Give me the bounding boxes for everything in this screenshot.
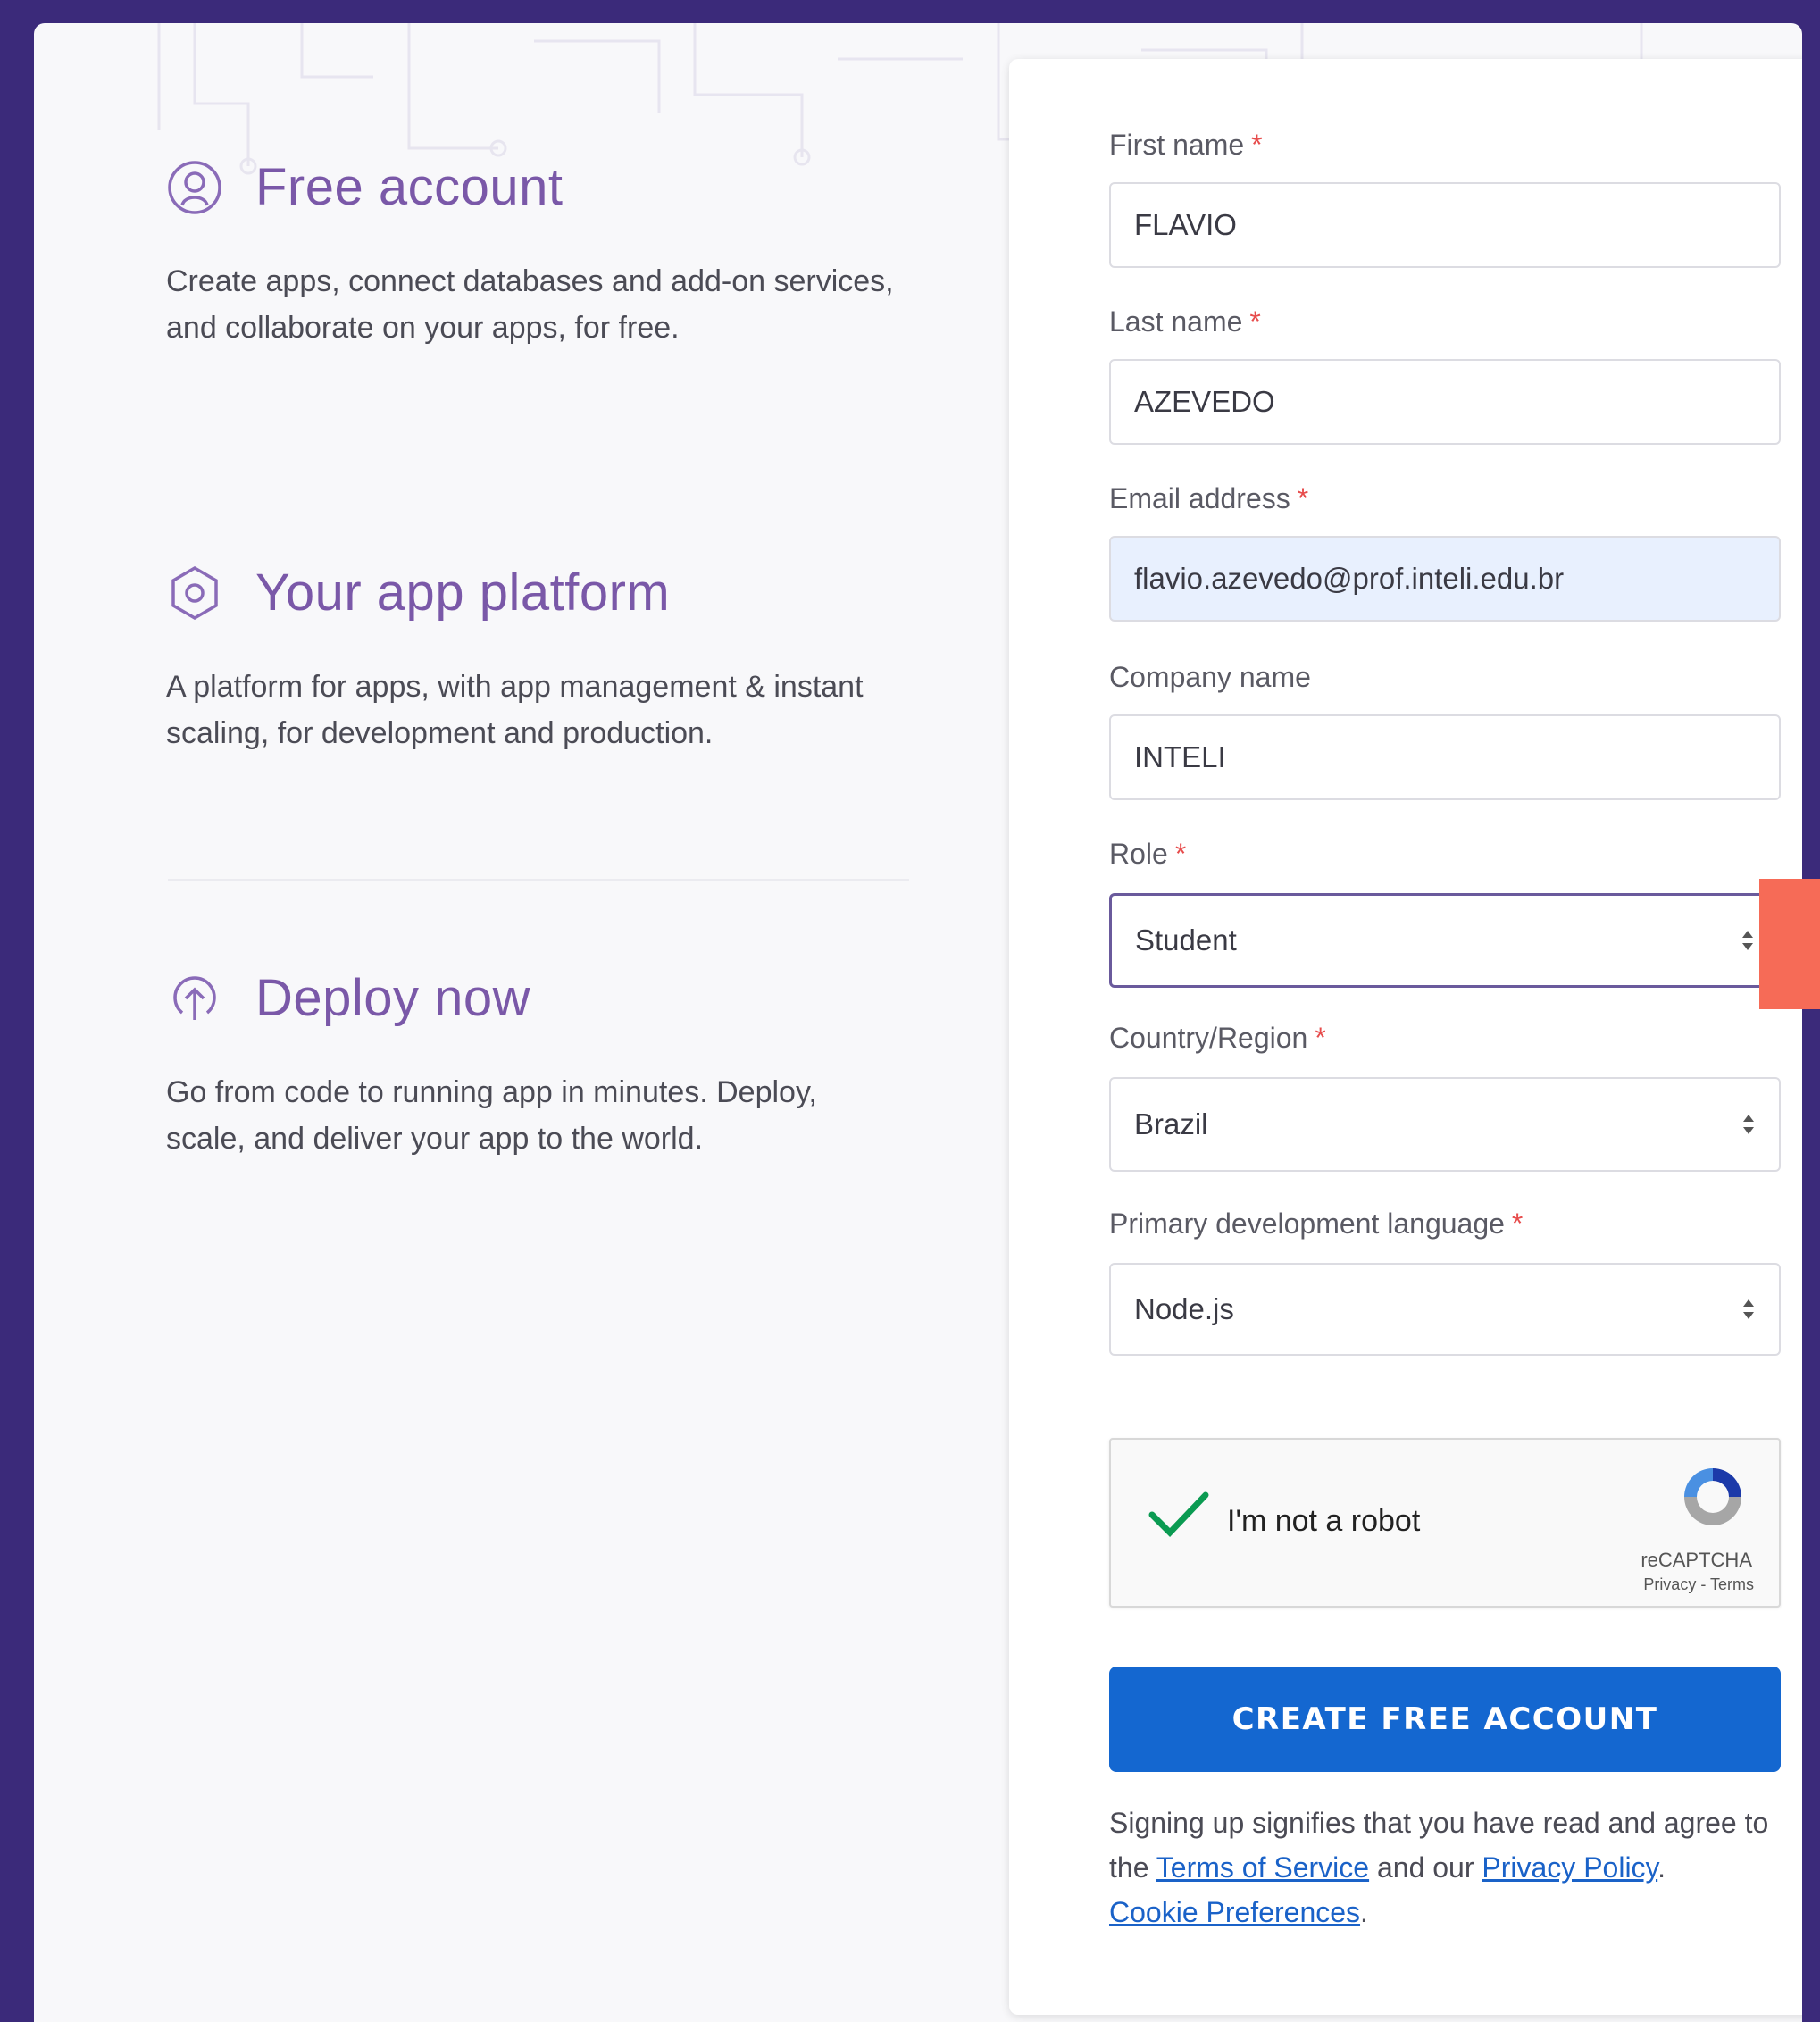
role-select[interactable]: Student xyxy=(1109,893,1781,988)
required-asterisk: * xyxy=(1251,129,1263,161)
company-input[interactable]: INTELI xyxy=(1109,714,1781,800)
last-name-label: Last name * xyxy=(1109,305,1261,338)
feature-app-platform: Your app platform A platform for apps, w… xyxy=(166,563,898,756)
select-arrows-icon xyxy=(1743,1115,1754,1134)
first-name-value: FLAVIO xyxy=(1134,208,1237,241)
divider xyxy=(168,879,909,881)
feedback-side-tab[interactable] xyxy=(1759,879,1820,1009)
company-label: Company name xyxy=(1109,661,1311,693)
terms-of-service-link[interactable]: Terms of Service xyxy=(1156,1851,1369,1884)
recaptcha-widget: I'm not a robot reCAPTCHA Privacy - Term… xyxy=(1109,1438,1781,1608)
feature-description: Go from code to running app in minutes. … xyxy=(166,1075,817,1156)
upload-circle-icon xyxy=(166,970,223,1027)
create-free-account-button[interactable]: CREATE FREE ACCOUNT xyxy=(1109,1667,1781,1772)
country-select[interactable]: Brazil xyxy=(1109,1077,1781,1172)
feature-description: A platform for apps, with app management… xyxy=(166,670,864,750)
first-name-label: First name * xyxy=(1109,129,1263,161)
language-value: Node.js xyxy=(1134,1292,1234,1325)
required-asterisk: * xyxy=(1174,838,1187,870)
country-label: Country/Region * xyxy=(1109,1022,1326,1054)
email-label: Email address * xyxy=(1109,482,1309,514)
last-name-input[interactable]: AZEVEDO xyxy=(1109,359,1781,445)
recaptcha-terms-link[interactable]: Terms xyxy=(1710,1575,1754,1593)
first-name-input[interactable]: FLAVIO xyxy=(1109,182,1781,268)
recaptcha-privacy-link[interactable]: Privacy xyxy=(1643,1575,1696,1593)
email-value: flavio.azevedo@prof.inteli.edu.br xyxy=(1134,562,1565,595)
privacy-policy-link[interactable]: Privacy Policy xyxy=(1482,1851,1657,1884)
role-label: Role * xyxy=(1109,838,1187,870)
checkmark-icon[interactable] xyxy=(1147,1488,1211,1542)
page-panel: Free account Create apps, connect databa… xyxy=(34,23,1802,2022)
cookie-preferences-link[interactable]: Cookie Preferences xyxy=(1109,1896,1360,1928)
language-label: Primary development language * xyxy=(1109,1207,1524,1240)
role-value: Student xyxy=(1135,923,1237,957)
required-asterisk: * xyxy=(1511,1207,1524,1240)
feature-title: Deploy now xyxy=(255,969,531,1027)
user-circle-icon xyxy=(166,159,223,216)
recaptcha-logo-icon xyxy=(1684,1468,1741,1525)
hexagon-icon xyxy=(166,564,223,622)
captcha-label: I'm not a robot xyxy=(1227,1504,1421,1538)
country-value: Brazil xyxy=(1134,1107,1208,1141)
select-arrows-icon xyxy=(1743,1299,1754,1319)
company-value: INTELI xyxy=(1134,740,1226,773)
required-asterisk: * xyxy=(1315,1022,1326,1054)
feature-description: Create apps, connect databases and add-o… xyxy=(166,264,894,345)
recaptcha-brand: reCAPTCHA xyxy=(1641,1549,1752,1571)
select-arrows-icon xyxy=(1742,931,1753,950)
feature-free-account: Free account Create apps, connect databa… xyxy=(166,157,898,351)
signup-form: First name * FLAVIO Last name * AZEVEDO Em… xyxy=(1009,59,1802,2015)
email-input[interactable]: flavio.azevedo@prof.inteli.edu.br xyxy=(1109,536,1781,622)
feature-title: Free account xyxy=(255,158,564,216)
feature-title: Your app platform xyxy=(255,564,671,622)
required-asterisk: * xyxy=(1249,305,1261,338)
recaptcha-links: Privacy - Terms xyxy=(1643,1575,1754,1593)
required-asterisk: * xyxy=(1297,482,1309,514)
legal-notice: Signing up signifies that you have read … xyxy=(1109,1807,1769,1928)
last-name-value: AZEVEDO xyxy=(1134,385,1275,418)
feature-deploy-now: Deploy now Go from code to running app i… xyxy=(166,968,898,1162)
language-select[interactable]: Node.js xyxy=(1109,1263,1781,1356)
